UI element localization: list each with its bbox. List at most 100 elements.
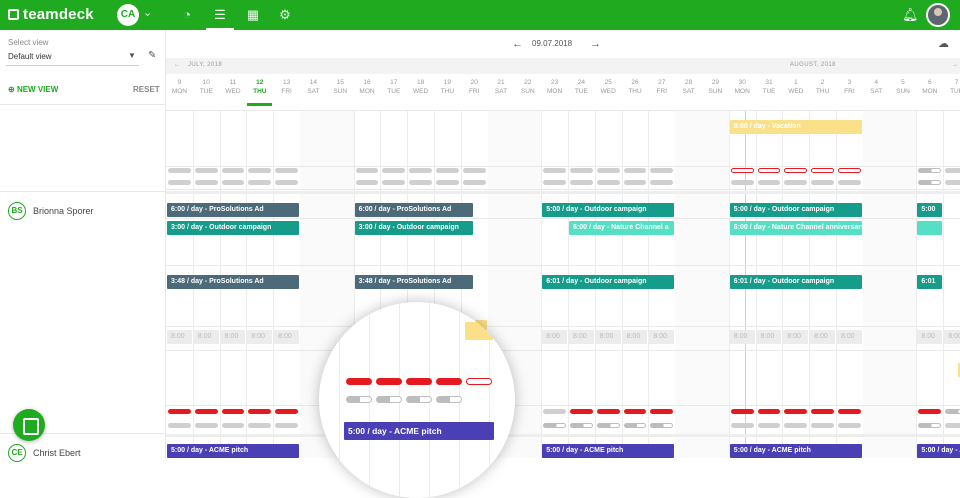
booking-bar[interactable]: 6:00 / day - ProSolutions Ad — [167, 203, 299, 217]
booking-bar[interactable]: 5:00 — [917, 203, 943, 217]
day-header[interactable]: 29 SUN — [702, 78, 729, 96]
booking-bar[interactable]: 5:00 / day - ACME pitch — [542, 444, 675, 458]
user-avatar[interactable] — [926, 3, 950, 27]
booking-bar[interactable]: 5:00 / day - ACME pitch — [729, 444, 862, 458]
booking-bar[interactable] — [917, 221, 943, 235]
day-name: TUE — [950, 88, 960, 95]
booking-bar[interactable]: 5:00 / day - ACME pitch — [167, 444, 299, 458]
day-header[interactable]: 2 THU — [809, 78, 836, 96]
day-header[interactable]: 23 MON — [541, 78, 568, 96]
availability-pill — [462, 168, 486, 173]
availability-pill — [248, 409, 272, 414]
schedule-icon[interactable]: ☰ — [206, 7, 234, 30]
chat-button[interactable] — [13, 409, 45, 441]
booking-bar-zoomed[interactable]: 5:00 / day - ACME pitch — [344, 422, 494, 440]
next-arrow-icon[interactable]: → — [590, 38, 601, 50]
booking-bar[interactable]: 6:00 / day - Nature Channel anniversary — [729, 221, 862, 235]
timelog-bar[interactable]: 6:01 / day - Outdoor campaign — [729, 275, 862, 289]
availability-pill — [382, 180, 406, 185]
availability-pill — [409, 168, 432, 173]
timelog-bar[interactable]: 3:48 / day - ProSolutions Ad — [354, 275, 474, 289]
day-header[interactable]: 5 SUN — [890, 78, 917, 96]
day-header[interactable]: 22 SUN — [514, 78, 541, 96]
day-header[interactable]: 30 MON — [729, 78, 756, 96]
availability-pill — [194, 168, 218, 173]
day-number: 9 — [177, 79, 182, 86]
availability-pill — [248, 423, 272, 428]
day-header[interactable]: 25 WED — [595, 78, 622, 96]
timelog-bar[interactable]: 3:48 / day - ProSolutions Ad — [167, 275, 299, 289]
availability-pill — [436, 396, 462, 403]
day-number: 31 — [765, 79, 773, 86]
day-name: THU — [815, 88, 830, 95]
booking-bar[interactable]: 6:00 / day - ProSolutions Ad — [354, 203, 474, 217]
day-header[interactable]: 7 TUE — [943, 78, 960, 96]
day-header[interactable]: 1 WED — [782, 78, 809, 96]
timelog-bar[interactable]: 6:01 / day - Outdoor campaign — [542, 275, 675, 289]
day-header[interactable]: 20 FRI — [461, 78, 488, 96]
day-header[interactable]: 28 SAT — [675, 78, 702, 96]
day-number: 4 — [874, 79, 878, 86]
settings-icon[interactable]: ⚙ — [277, 7, 293, 23]
reset-button[interactable]: RESET — [133, 85, 160, 94]
prev-arrow-icon[interactable]: ← — [512, 38, 523, 50]
availability-pill — [221, 168, 245, 173]
select-view-dropdown[interactable]: Default view — [8, 52, 52, 61]
day-number: 16 — [363, 79, 371, 86]
month-label: JULY, 2018 — [188, 62, 223, 68]
current-date[interactable]: 09.07.2018 — [532, 39, 572, 48]
day-header[interactable]: 15 SUN — [327, 78, 354, 96]
day-header[interactable]: 16 MON — [354, 78, 381, 96]
timelog-bar[interactable]: 6:01 — [917, 275, 943, 289]
cloud-download-icon[interactable]: ☁ — [938, 37, 949, 50]
chevron-down-icon[interactable]: ⌄ — [143, 6, 152, 19]
day-number: 27 — [658, 79, 666, 86]
day-header[interactable]: 13 FRI — [273, 78, 300, 96]
reports-icon[interactable]: ▦ — [245, 7, 261, 23]
teamdeck-logo[interactable]: teamdeck — [8, 6, 94, 23]
day-header[interactable]: 19 THU — [434, 78, 461, 96]
day-name: MON — [171, 88, 187, 95]
day-header[interactable]: 12 THU — [246, 78, 273, 96]
day-header[interactable]: 9 MON — [166, 78, 193, 96]
day-number: 26 — [631, 79, 639, 86]
person-row-christ[interactable]: CE Christ Ebert — [8, 444, 81, 462]
dashboard-icon[interactable]: ◔ — [179, 7, 195, 23]
day-header[interactable]: 6 MON — [916, 78, 943, 96]
pencil-icon[interactable]: ✎ — [148, 50, 156, 61]
workspace-avatar[interactable]: CA — [117, 4, 139, 26]
availability-pill — [784, 409, 808, 414]
booking-bar[interactable]: 6:00 / day - Nature Channel a — [569, 221, 675, 235]
availability-pill — [623, 180, 647, 185]
month-next-icon[interactable]: → — [952, 62, 958, 68]
vacation-booking[interactable]: 8:00 / day - Vacation — [729, 120, 862, 134]
person-initials: CE — [8, 444, 26, 462]
day-header[interactable]: 18 WED — [407, 78, 434, 96]
month-prev-icon[interactable]: ← — [174, 62, 180, 68]
day-header[interactable]: 31 TUE — [756, 78, 783, 96]
day-header[interactable]: 10 TUE — [193, 78, 220, 96]
day-header[interactable]: 27 FRI — [648, 78, 675, 96]
person-row-brionna[interactable]: BS Brionna Sporer — [8, 202, 94, 220]
day-header[interactable]: 3 FRI — [836, 78, 863, 96]
day-header[interactable]: 17 TUE — [380, 78, 407, 96]
bell-icon[interactable]: 🔔︎ — [902, 7, 919, 23]
availability-pill — [650, 180, 674, 185]
booking-bar[interactable]: 3:00 / day - Outdoor campaign — [167, 221, 299, 235]
day-header[interactable]: 14 SAT — [300, 78, 327, 96]
vacation-booking[interactable] — [465, 322, 493, 340]
booking-bar[interactable]: 5:00 / day - Outdoor campaign — [542, 203, 675, 217]
availability-pill — [409, 180, 432, 185]
booking-bar[interactable]: 5:00 / day - ACME pitch — [917, 444, 960, 458]
booking-bar[interactable]: 5:00 / day - Outdoor campaign — [729, 203, 862, 217]
new-view-button[interactable]: ⊕ NEW VIEW — [8, 85, 58, 94]
booking-bar[interactable]: 3:00 / day - Outdoor campaign — [354, 221, 474, 235]
day-header[interactable]: 21 SAT — [488, 78, 515, 96]
day-header[interactable]: 24 TUE — [568, 78, 595, 96]
day-name: SAT — [870, 88, 883, 95]
day-header[interactable]: 11 WED — [220, 78, 247, 96]
caret-down-icon[interactable]: ▼ — [128, 51, 136, 60]
day-header[interactable]: 26 THU — [622, 78, 649, 96]
availability-pill — [376, 396, 402, 403]
day-header[interactable]: 4 SAT — [863, 78, 890, 96]
